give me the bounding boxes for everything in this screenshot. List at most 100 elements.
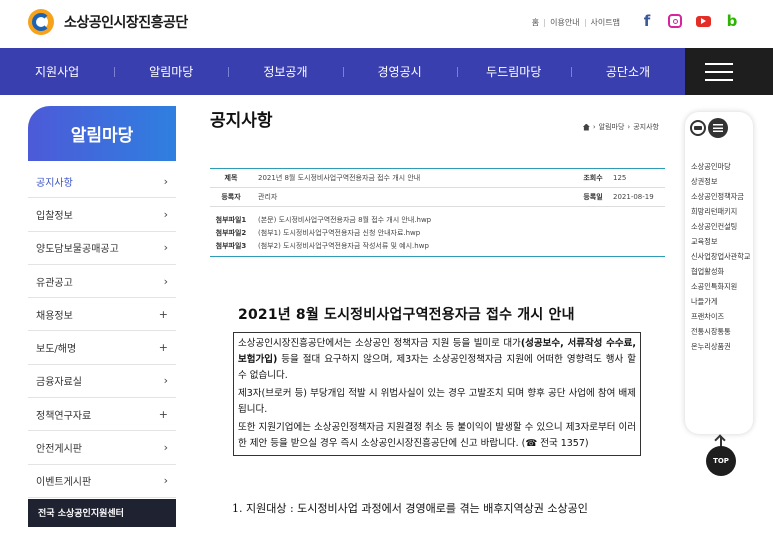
sidebar-item-label: 공지사항 <box>36 177 73 189</box>
breadcrumb-item[interactable]: 공지사항 <box>633 122 659 132</box>
sidebar-item-notice[interactable]: 공지사항 › <box>28 165 176 199</box>
top-header: 소상공인시장진흥공단 홈 이용안내 사이트맵 f b <box>0 0 773 48</box>
instagram-icon[interactable] <box>668 14 682 28</box>
sidebar-item-press[interactable]: 보도/해명 + <box>28 331 176 365</box>
sidebar-item-label: 정책연구자료 <box>36 410 92 422</box>
attachment-label: 첨부파일2 <box>215 228 247 237</box>
quick-link[interactable]: 온누리상품권 <box>691 342 751 351</box>
nav-item-notice[interactable]: 알림마당 <box>114 63 228 80</box>
quick-link[interactable]: 나들가게 <box>691 297 751 306</box>
views-label: 조회수 <box>583 174 603 182</box>
document-title: 2021년 8월 도시정비사업구역전용자금 접수 개시 안내 <box>238 307 575 323</box>
logo-mark-icon <box>28 9 56 35</box>
sidebar-item-label: 입찰정보 <box>36 210 73 222</box>
notice-paragraph: 소상공인시장진흥공단에서는 소상공인 정책자금 지원 등을 빌미로 대가(성공보… <box>238 336 636 384</box>
quick-link[interactable]: 전통시장통통 <box>691 327 751 336</box>
notice-text: 소상공인시장진흥공단에서는 소상공인 정책자금 지원 등을 빌미로 대가 <box>238 338 521 349</box>
date-value: 2021-08-19 <box>613 193 654 201</box>
main-content: 공지사항 › 알림마당 › 공지사항 제목 2021년 8월 도시정비사업구역전… <box>210 106 665 515</box>
chevron-right-icon: › <box>592 123 596 131</box>
nav-item-support[interactable]: 지원사업 <box>0 63 114 80</box>
table-row: 제목 2021년 8월 도시정비사업구역전용자금 접수 개시 안내 조회수 12… <box>210 169 665 188</box>
nav-item-dodream[interactable]: 두드림마당 <box>456 63 571 80</box>
util-link-sitemap[interactable]: 사이트맵 <box>586 17 625 28</box>
table-row: 등록자 관리자 등록일 2021-08-19 <box>210 188 665 207</box>
quick-link[interactable]: 협업활성화 <box>691 267 751 276</box>
attachment-row: 첨부파일1 (본문) 도시정비사업구역전용자금 8월 접수 개시 안내.hwp <box>210 213 665 226</box>
plus-icon: + <box>158 341 168 355</box>
support-target-item: 1. 지원대상 : 도시정비사업 과정에서 경영애로를 겪는 배후지역상권 소상… <box>232 502 588 515</box>
hamburger-menu-icon[interactable] <box>685 48 773 95</box>
attachment-row: 첨부파일2 (첨부1) 도시정비사업구역전용자금 신청 안내자료.hwp <box>210 226 665 239</box>
sidebar-item-research[interactable]: 정책연구자료 + <box>28 398 176 432</box>
breadcrumb: › 알림마당 › 공지사항 <box>582 122 659 132</box>
site-logo[interactable]: 소상공인시장진흥공단 <box>28 9 188 35</box>
scroll-top-button[interactable]: TOP <box>706 434 736 476</box>
sidebar: 알림마당 공지사항 › 입찰정보 › 양도담보물공매공고 › 유관공고 › 채용정보 + … <box>28 106 176 527</box>
sidebar-item-safety[interactable]: 안전게시판 › <box>28 431 176 465</box>
facebook-icon[interactable]: f <box>640 12 654 30</box>
nav-item-info[interactable]: 정보공개 <box>228 63 342 80</box>
list-icon[interactable] <box>708 118 728 138</box>
warning-notice-box: 소상공인시장진흥공단에서는 소상공인 정책자금 지원 등을 빌미로 대가(성공보… <box>233 332 641 456</box>
quick-link[interactable]: 프랜차이즈 <box>691 312 751 321</box>
quick-link[interactable]: 소상공인마당 <box>691 162 751 171</box>
chevron-right-icon: › <box>163 174 168 188</box>
views-value: 125 <box>613 174 627 182</box>
author-value: 관리자 <box>258 193 278 201</box>
notice-paragraph: 또한 지원기업에는 소상공인정책자금 지원결정 취소 등 불이익이 발생할 수 … <box>238 422 636 449</box>
sidebar-item-related[interactable]: 유관공고 › <box>28 265 176 299</box>
notice-text: 등을 절대 요구하지 않으며, 제3자는 소상공인정책자금 지원에 어떠한 영향… <box>238 354 636 381</box>
sidebar-item-recruit[interactable]: 채용정보 + <box>28 298 176 332</box>
quick-link[interactable]: 소상공인정책자금 <box>691 192 751 201</box>
utility-links: 홈 이용안내 사이트맵 <box>527 17 625 28</box>
date-label: 등록일 <box>583 193 603 201</box>
post-info-table: 제목 2021년 8월 도시정비사업구역전용자금 접수 개시 안내 조회수 12… <box>210 168 665 257</box>
youtube-icon[interactable] <box>696 15 711 27</box>
attachment-row: 첨부파일3 (첨부2) 도시정비사업구역전용자금 작성서류 및 예시.hwp <box>210 239 665 252</box>
attachment-link[interactable]: (첨부2) 도시정비사업구역전용자금 작성서류 및 예시.hwp <box>252 241 429 251</box>
sidebar-item-finance[interactable]: 금융자료실 › <box>28 365 176 399</box>
title-value: 2021년 8월 도시정비사업구역전용자금 접수 개시 안내 <box>258 174 421 182</box>
sidebar-title: 알림마당 <box>28 106 176 161</box>
sidebar-item-auction[interactable]: 양도담보물공매공고 › <box>28 232 176 265</box>
chevron-right-icon: › <box>163 441 168 455</box>
plus-icon: + <box>158 307 168 321</box>
quick-menu-list: 소상공인마당 상권정보 소상공인정책자금 희망리턴패키지 소상공인컨설팅 교육정… <box>691 162 751 357</box>
sidebar-item-bid[interactable]: 입찰정보 › <box>28 198 176 232</box>
attachments: 첨부파일1 (본문) 도시정비사업구역전용자금 8월 접수 개시 안내.hwp … <box>210 207 665 257</box>
sidebar-item-label: 안전게시판 <box>36 444 82 456</box>
sidebar-item-label: 보도/해명 <box>36 344 77 356</box>
quick-link[interactable]: 소상공인컨설팅 <box>691 222 751 231</box>
attachment-link[interactable]: (첨부1) 도시정비사업구역전용자금 신청 안내자료.hwp <box>252 228 420 238</box>
quick-link[interactable]: 상권정보 <box>691 177 751 186</box>
quick-link[interactable]: 신사업창업사관학교 <box>691 252 751 261</box>
quick-link[interactable]: 교육정보 <box>691 237 751 246</box>
nav-item-management[interactable]: 경영공시 <box>342 63 457 80</box>
chevron-right-icon: › <box>163 207 168 221</box>
util-link-guide[interactable]: 이용안내 <box>545 17 584 28</box>
util-link-home[interactable]: 홈 <box>527 17 544 28</box>
sidebar-item-event[interactable]: 이벤트게시판 › <box>28 465 176 498</box>
sns-links: f b <box>640 12 739 30</box>
plus-icon: + <box>158 407 168 421</box>
quick-link[interactable]: 소공인특화지원 <box>691 282 751 291</box>
logo-text: 소상공인시장진흥공단 <box>64 15 188 31</box>
support-center-link[interactable]: 전국 소상공인지원센터 <box>28 498 176 527</box>
breadcrumb-item[interactable]: 알림마당 <box>599 122 625 132</box>
sidebar-item-label: 채용정보 <box>36 310 73 322</box>
chevron-right-icon: › <box>163 241 168 255</box>
chevron-right-icon: › <box>163 274 168 288</box>
nav-item-about[interactable]: 공단소개 <box>570 63 685 80</box>
author-label: 등록자 <box>221 193 241 201</box>
quick-menu-icons <box>690 118 730 138</box>
chat-icon[interactable] <box>690 120 706 136</box>
quick-link[interactable]: 희망리턴패키지 <box>691 207 751 216</box>
top-label: TOP <box>706 446 736 476</box>
blog-icon[interactable]: b <box>725 12 739 30</box>
home-icon[interactable] <box>582 123 590 131</box>
chevron-right-icon: › <box>627 123 631 131</box>
sidebar-item-label: 이벤트게시판 <box>36 477 92 489</box>
attachment-link[interactable]: (본문) 도시정비사업구역전용자금 8월 접수 개시 안내.hwp <box>252 215 431 225</box>
title-label: 제목 <box>224 174 238 182</box>
